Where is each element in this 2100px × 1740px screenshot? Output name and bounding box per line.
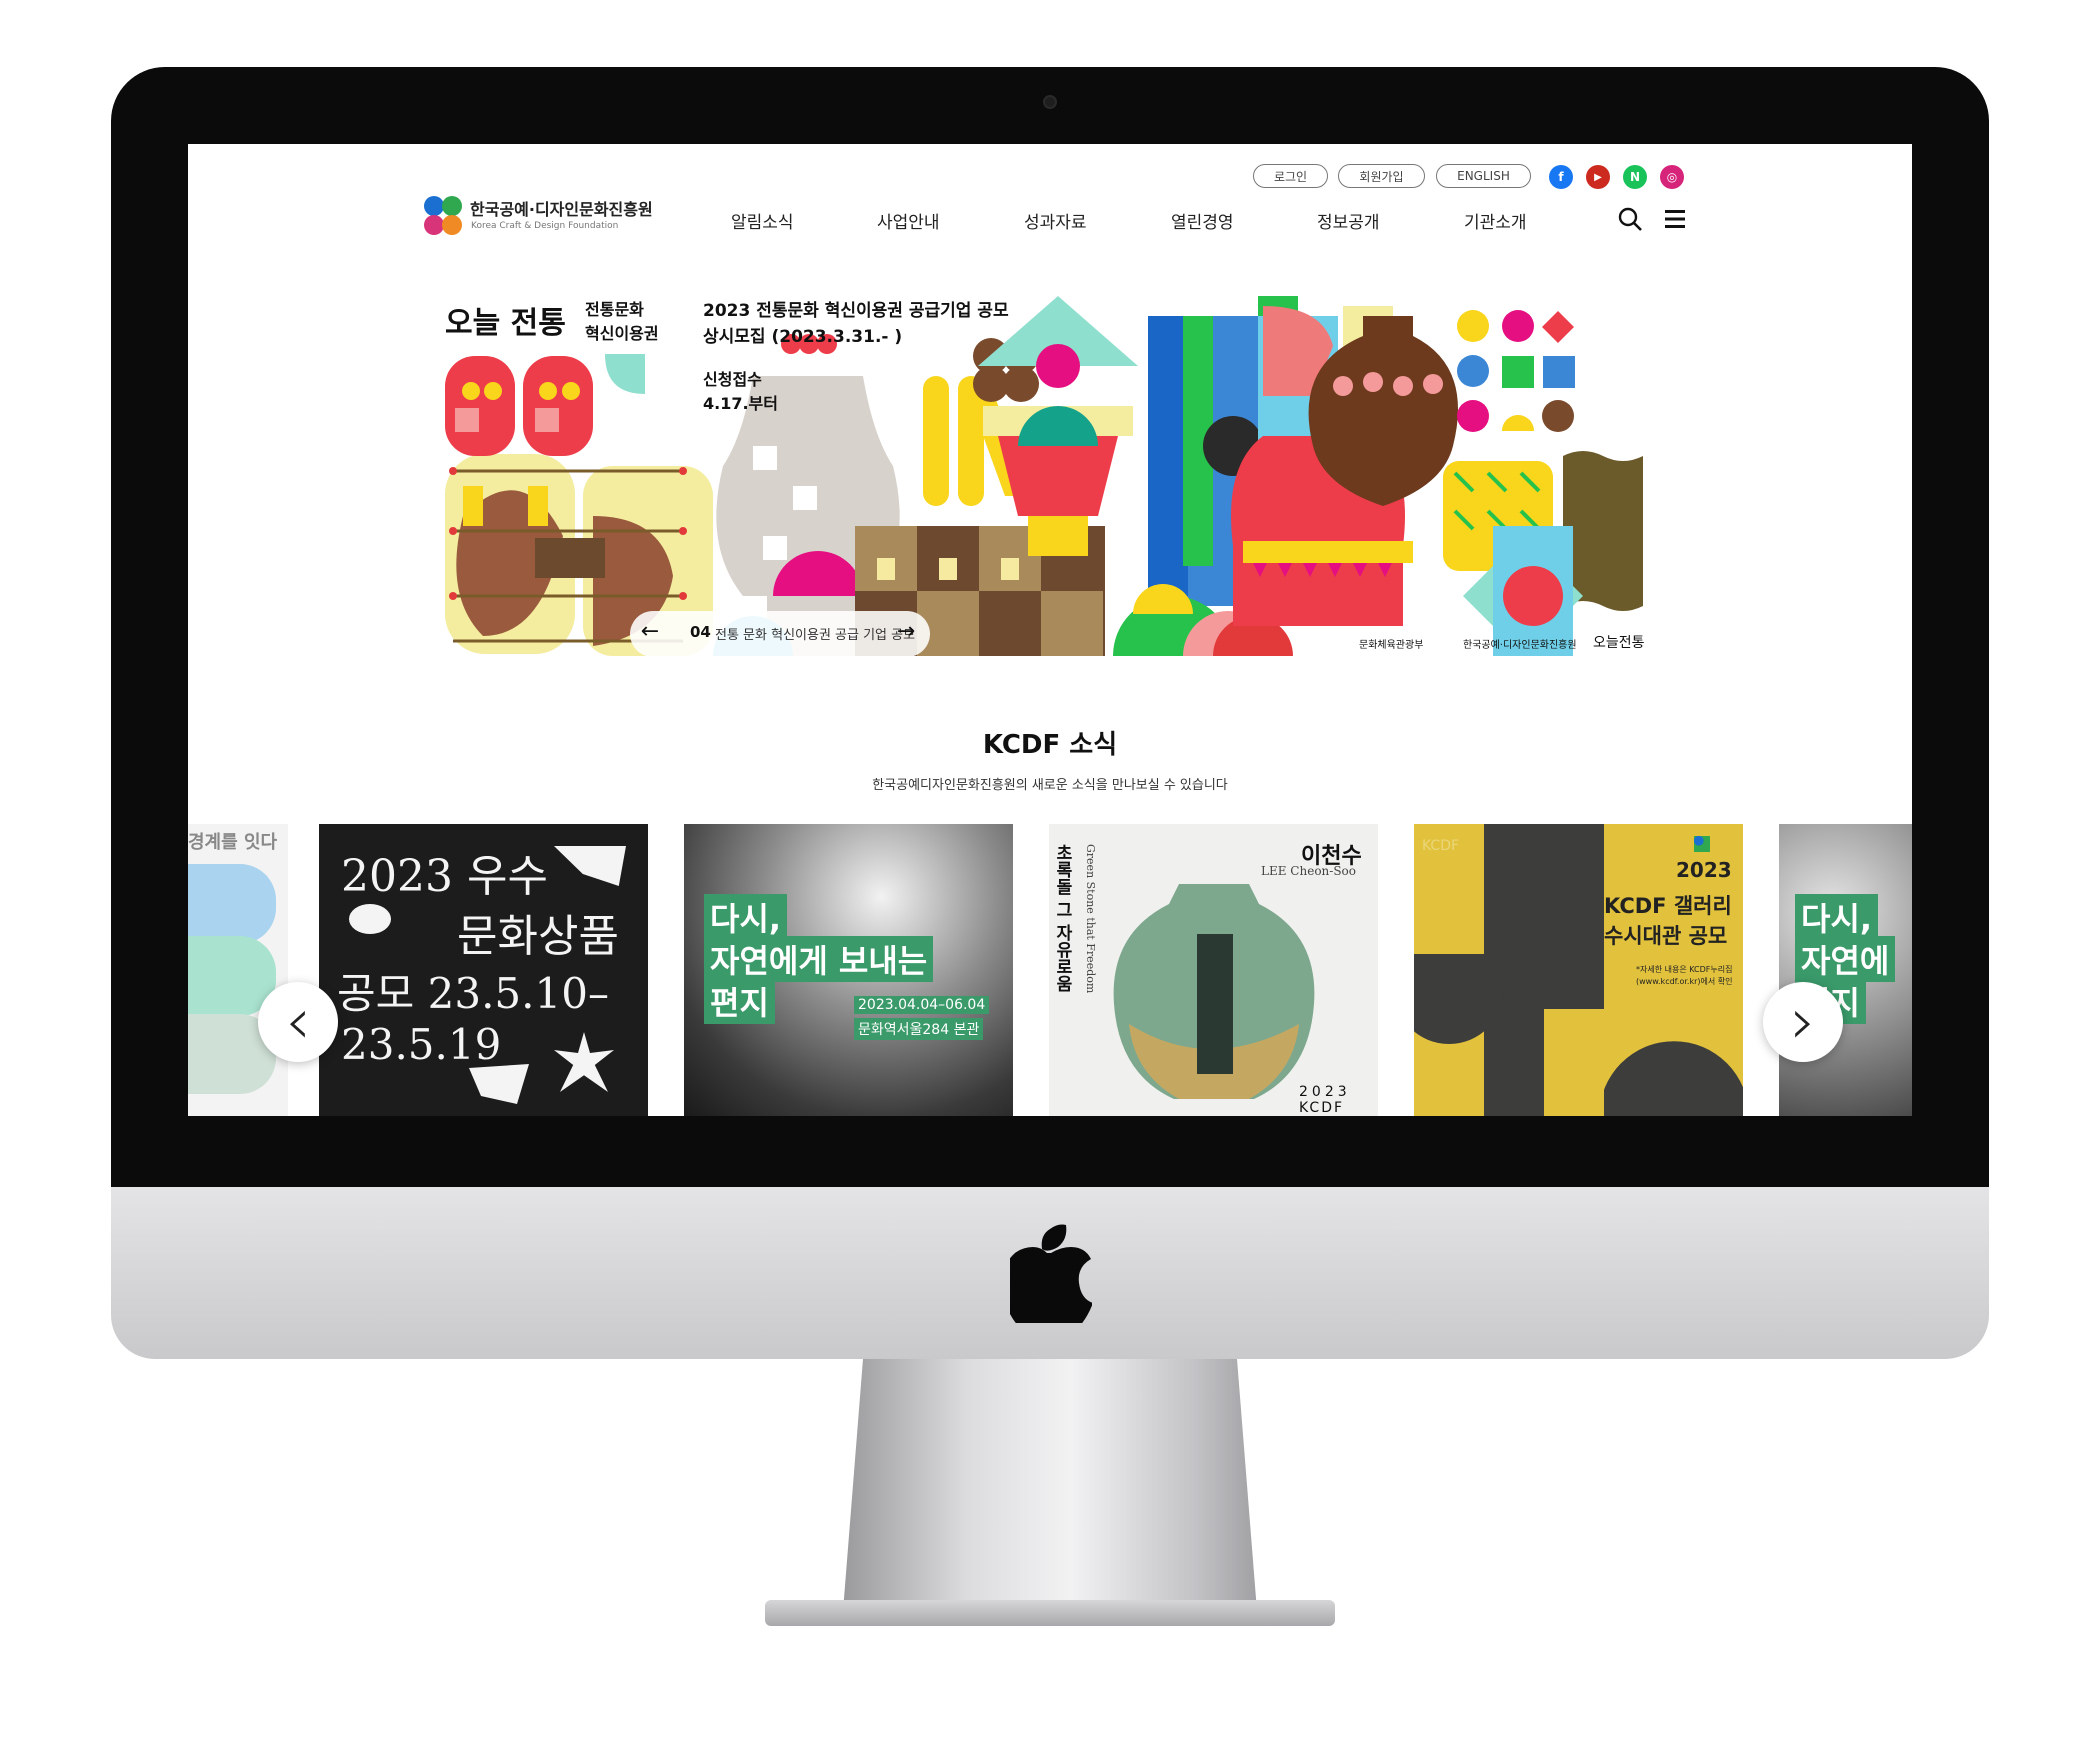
nav-item-open-management[interactable]: 열린경영 bbox=[1171, 208, 1234, 233]
banner-subtitle: 전통문화 혁신이용권 bbox=[585, 300, 659, 343]
news-card-partial-right[interactable]: 다시, 자연에 편지 bbox=[1779, 824, 1912, 1116]
facebook-icon[interactable]: f bbox=[1549, 165, 1573, 189]
card-line-2: 문화상품 bbox=[457, 911, 619, 962]
hamburger-menu-icon[interactable] bbox=[1665, 210, 1685, 228]
english-link[interactable]: ENGLISH bbox=[1436, 164, 1531, 188]
news-card-partial-left[interactable]: 경계를 잇다 bbox=[188, 824, 288, 1116]
abstract-shape-icon bbox=[554, 846, 626, 886]
banner-headline: 2023 전통문화 혁신이용권 공급기업 공모 상시모집 (2023.3.31.… bbox=[703, 301, 1009, 347]
card-year: 2023 bbox=[1676, 858, 1732, 882]
ministry-logo-text: 문화체육관광부 bbox=[1359, 640, 1424, 651]
chevron-right-icon: › bbox=[1790, 985, 1816, 1059]
card-line-1: 2023 우수 bbox=[341, 851, 548, 902]
celadon-jar-image bbox=[1113, 884, 1315, 1099]
polygon-shape-icon bbox=[469, 1064, 529, 1104]
main-banner[interactable]: 오늘 전통 전통문화 혁신이용권 2023 전통문화 혁신이용권 공급기업 공모… bbox=[443, 296, 1655, 658]
oval-shape-icon bbox=[349, 904, 391, 934]
pager-label: 전통 문화 혁신이용권 공급 기업 공모 bbox=[715, 628, 916, 643]
pager-number: 04 bbox=[690, 623, 711, 641]
card-brand: KCDF bbox=[1299, 1100, 1345, 1116]
nav-item-disclosure[interactable]: 정보공개 bbox=[1317, 208, 1380, 233]
news-card-craft-contest[interactable]: 2023 우수 문화상품 공모 23.5.10– 23.5.19 bbox=[319, 824, 648, 1116]
card-venue: 문화역서울284 본관 bbox=[854, 1018, 984, 1040]
logo-korean-name[interactable]: 한국공예·디자인문화진흥원 bbox=[470, 196, 653, 220]
news-section-desc: 한국공예디자인문화진흥원의 새로운 소식을 만나보실 수 있습니다 bbox=[872, 778, 1228, 793]
naver-icon[interactable]: N bbox=[1623, 165, 1647, 189]
card-line-3: 공모 23.5.10– bbox=[337, 969, 609, 1018]
card-line-4: 23.5.19 bbox=[341, 1020, 502, 1069]
news-prev-button[interactable]: ‹ bbox=[258, 982, 338, 1062]
nav-item-business[interactable]: 사업안내 bbox=[877, 208, 940, 233]
instagram-icon[interactable]: ◎ bbox=[1660, 165, 1684, 189]
monitor-stand bbox=[843, 1359, 1257, 1611]
news-card-nature-letter[interactable]: 다시, 자연에게 보내는 편지 2023.04.04–06.04 문화역서울28… bbox=[684, 824, 1013, 1116]
logo-english-name: Korea Craft & Design Foundation bbox=[471, 221, 619, 231]
banner-artwork bbox=[445, 296, 1643, 656]
apple-logo-icon bbox=[1010, 1224, 1092, 1323]
card-title-1: KCDF 갤러리 bbox=[1604, 894, 1732, 918]
card-date: 2023.04.04–06.04 bbox=[854, 996, 990, 1014]
search-icon[interactable] bbox=[1618, 207, 1642, 231]
card-line-3: 편지 bbox=[704, 978, 775, 1024]
screen: 로그인 회원가입 ENGLISH f ▶ N ◎ 한국공예·디자인문화진흥원 K… bbox=[188, 144, 1912, 1116]
banner-pager: ← 04 전통 문화 혁신이용권 공급 기업 공모 → bbox=[630, 611, 930, 657]
card-note-2: (www.kcdf.or.kr)에서 확인 bbox=[1636, 977, 1733, 986]
imac-mockup: 로그인 회원가입 ENGLISH f ▶ N ◎ 한국공예·디자인문화진흥원 K… bbox=[0, 0, 2100, 1740]
monitor-foot bbox=[765, 1600, 1335, 1626]
news-card-gallery-rental[interactable]: KCDF 2023 KCDF 갤러리 수시대관 공모 *자세한 내용은 KCDF… bbox=[1414, 824, 1743, 1116]
login-link[interactable]: 로그인 bbox=[1253, 164, 1328, 188]
nav-item-results[interactable]: 성과자료 bbox=[1024, 208, 1087, 233]
nav-item-about[interactable]: 기관소개 bbox=[1464, 208, 1527, 233]
banner-next-button[interactable]: → bbox=[888, 619, 924, 649]
news-card-ceramics-exhibition[interactable]: 이천수 LEE Cheon-Soo 초록돌 그 자유로움 Green Stone… bbox=[1049, 824, 1378, 1116]
youtube-icon[interactable]: ▶ bbox=[1586, 165, 1610, 189]
card-vertical-title-en: Green Stone that Freedom bbox=[1084, 844, 1097, 994]
card-year: 2023 bbox=[1299, 1084, 1351, 1100]
kcdf-mark-icon bbox=[1694, 836, 1710, 852]
kcdf-footer-logo-text: 한국공예·디자인문화진흥원 bbox=[1463, 640, 1577, 651]
chevron-left-icon: ‹ bbox=[285, 985, 311, 1059]
brand-logo-text: 오늘전통 bbox=[1593, 635, 1645, 651]
banner-title: 오늘 전통 bbox=[445, 306, 566, 341]
card-vertical-title: 초록돌 그 자유로움 bbox=[1052, 844, 1072, 992]
camera-icon bbox=[1043, 95, 1057, 109]
banner-apply-date: 신청접수 4.17.부터 bbox=[703, 370, 778, 413]
signup-link[interactable]: 회원가입 bbox=[1338, 164, 1425, 188]
kcdf-logo-icon[interactable] bbox=[422, 195, 464, 237]
news-next-button[interactable]: › bbox=[1763, 982, 1843, 1062]
card-line-2: 자연에 bbox=[1795, 936, 1896, 982]
banner-prev-button[interactable]: ← bbox=[632, 619, 668, 649]
card-line-1: 다시, bbox=[1795, 894, 1879, 940]
card-line-1: 다시, bbox=[704, 894, 788, 940]
card-line-2: 자연에게 보내는 bbox=[704, 936, 934, 982]
card-partial-text: 경계를 잇다 bbox=[188, 832, 278, 853]
news-section-title: KCDF 소식 bbox=[982, 730, 1118, 760]
card-title-2: 수시대관 공모 bbox=[1604, 924, 1728, 948]
star-shape-icon bbox=[554, 1032, 614, 1092]
card-note-1: *자세한 내용은 KCDF누리집 bbox=[1636, 965, 1733, 974]
nav-item-news[interactable]: 알림소식 bbox=[731, 208, 794, 233]
